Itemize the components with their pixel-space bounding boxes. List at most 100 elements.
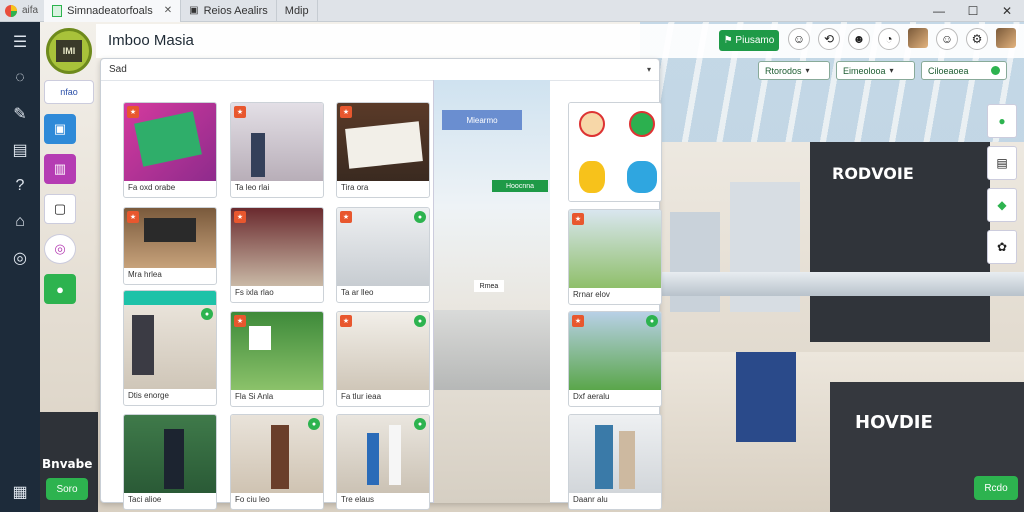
card-image [124, 415, 216, 493]
gallery-card[interactable]: Daanr alu [568, 414, 662, 510]
tab-label: Reios Aealirs [203, 4, 268, 17]
gallery-card[interactable]: Taci alioe [123, 414, 217, 510]
swirl-icon[interactable]: ◎ [44, 234, 76, 264]
card-caption: Daanr alu [573, 495, 608, 504]
tab-reios[interactable]: ▣ Reios Aealirs [181, 0, 277, 22]
gallery-card[interactable]: ★ Fa oxd orabe [123, 102, 217, 198]
gallery-card[interactable]: ● Tre elaus [336, 414, 430, 510]
close-icon[interactable]: ✕ [164, 5, 172, 16]
window-controls: — ☐ ✕ [922, 0, 1024, 22]
card-caption: Ta ar lleo [341, 288, 374, 297]
gallery-card[interactable]: ★ Tira ora [336, 102, 430, 198]
sticker-icon[interactable]: ✿ [987, 230, 1017, 264]
layers-icon[interactable]: ▣ [44, 114, 76, 144]
calendar-icon[interactable]: ▤ [987, 146, 1017, 180]
sliders-icon[interactable]: ☰ [10, 32, 30, 52]
chevron-down-icon: ▾ [889, 66, 894, 75]
card-caption: Fa tlur ieaa [341, 392, 382, 401]
gift-icon[interactable]: ▥ [44, 154, 76, 184]
chevron-down-icon: ▾ [805, 66, 810, 75]
app-logo[interactable]: IMI [46, 28, 92, 74]
compass-icon[interactable]: ◌ [10, 68, 30, 88]
chat-icon[interactable]: ● [44, 274, 76, 304]
card-caption: Fa oxd orabe [128, 183, 176, 192]
card-caption: Rrnar elov [573, 290, 610, 299]
maximize-icon[interactable]: ☐ [956, 0, 990, 22]
gallery-card[interactable]: ★ Ta leo rlai [230, 102, 324, 198]
save-icon[interactable]: ▤ [10, 140, 30, 160]
badge-icon: ★ [234, 315, 246, 327]
badge-icon: ★ [127, 211, 139, 223]
bottom-right-button[interactable]: Rcdo [974, 476, 1018, 500]
pin-icon[interactable]: ✎ [10, 104, 30, 124]
header-icons: ☺ ⟲ ☻ ◔ ☺ ⚙ [788, 28, 1016, 50]
chat-icon: ● [414, 315, 426, 327]
store-sign: Bnvabe [42, 457, 93, 471]
gallery-card[interactable]: ★ Fs ixla rlao [230, 207, 324, 303]
smile-icon[interactable]: ☻ [848, 28, 870, 50]
grid-icon[interactable]: ▦ [10, 482, 30, 502]
store-sign: HOVDIE [855, 412, 933, 433]
loader-icon[interactable]: ◎ [10, 248, 30, 268]
store-icon[interactable]: ⌂ [10, 212, 30, 232]
close-window-icon[interactable]: ✕ [990, 0, 1024, 22]
gallery-card[interactable]: ★ ● Ta ar lleo [336, 207, 430, 303]
gallery-card[interactable]: ★ ● Dxf aeralu [568, 311, 662, 407]
card-image: ★ [231, 208, 323, 286]
gallery-card[interactable]: ★ Mra hrlea [123, 207, 217, 285]
dropdown-2[interactable]: Eimeolooa ▾ [836, 61, 915, 80]
storefront [670, 212, 720, 312]
gallery-card[interactable]: ★ ● Fa tlur ieaa [336, 311, 430, 407]
ghost-icon[interactable]: ◔ [878, 28, 900, 50]
badge-icon: ★ [234, 211, 246, 223]
card-caption: Mra hrlea [128, 270, 162, 279]
search-field[interactable]: Ciloeaoea [921, 61, 1007, 80]
card-image: ● [231, 415, 323, 493]
gallery-card[interactable]: ★ Fla Si Anla [230, 311, 324, 407]
avatar[interactable] [908, 28, 928, 48]
settings-icon[interactable]: ⚙ [966, 28, 988, 50]
tab-simnadeatorfoals[interactable]: Simnadeatorfoals ✕ [44, 0, 182, 22]
share-icon[interactable]: ⟲ [818, 28, 840, 50]
bottom-left-button[interactable]: Soro [46, 478, 88, 500]
card-caption: Tira ora [341, 183, 369, 192]
chat-icon[interactable]: ● [987, 104, 1017, 138]
map-icon[interactable]: ◆ [987, 188, 1017, 222]
avatar[interactable] [996, 28, 1016, 48]
frame-icon[interactable]: ▢ [44, 194, 76, 224]
tool-label-button[interactable]: nfao [44, 80, 94, 104]
emoji-icon[interactable]: ☺ [936, 28, 958, 50]
badge-icon: ★ [234, 106, 246, 118]
card-image: ★ [569, 210, 661, 288]
card-caption: Fla Si Anla [235, 392, 274, 401]
primary-button[interactable]: ⚑ Piusamo [719, 30, 779, 51]
card-caption: Fo ciu leo [235, 495, 270, 504]
card-image: ● [124, 305, 216, 389]
face-icon[interactable]: ☺ [788, 28, 810, 50]
card-caption: Fs ixla rlao [235, 288, 274, 297]
minimize-icon[interactable]: — [922, 0, 956, 22]
tab-mdip[interactable]: Mdip [277, 0, 318, 22]
plus-icon: ⚑ [723, 35, 736, 46]
tab-label: Simnadeatorfoals [67, 4, 153, 17]
card-banner [124, 291, 216, 305]
store-sign: Rmea [474, 280, 504, 292]
store-sign: Hoocnna [492, 180, 548, 192]
help-icon[interactable]: ? [10, 176, 30, 196]
search-icon[interactable] [991, 66, 1000, 75]
gallery-card[interactable]: ★ Rrnar elov [568, 209, 662, 305]
preview-column[interactable]: Miearmo Hoocnna Rmea [433, 80, 550, 503]
gallery-card[interactable]: ● Dtis enorge [123, 290, 217, 406]
badge-icon: ★ [340, 211, 352, 223]
card-caption: Dtis enorge [128, 391, 169, 400]
gallery-card[interactable] [568, 102, 662, 202]
preview-image: Miearmo Hoocnna Rmea [434, 80, 550, 503]
panel-dropdown[interactable]: Sad ▾ [101, 59, 659, 81]
badge-icon: ★ [340, 106, 352, 118]
dropdown-1[interactable]: Rtorodos ▾ [758, 61, 830, 80]
store-sign: RODVOIE [832, 164, 914, 183]
card-image: ★ ● [337, 208, 429, 286]
sticker-image [569, 103, 661, 201]
gallery-card[interactable]: ● Fo ciu leo [230, 414, 324, 510]
storefront [736, 352, 796, 442]
